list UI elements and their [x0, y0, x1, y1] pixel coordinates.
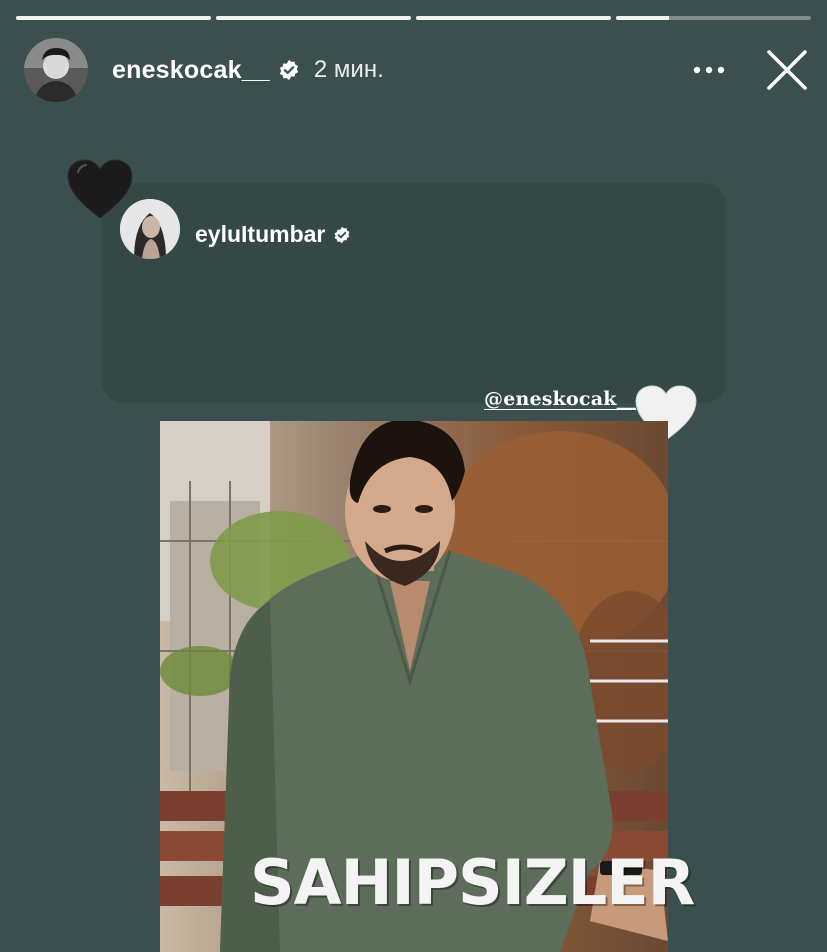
brand-title: SAHIPSIZLER [250, 846, 695, 919]
progress-fill [416, 16, 611, 20]
black-heart-icon [67, 159, 133, 219]
username[interactable]: eneskocak__ [112, 56, 270, 85]
progress-fill [616, 16, 669, 20]
timestamp: 2 мин. [313, 56, 384, 83]
story-progress-bar [16, 16, 811, 21]
more-horizontal-icon[interactable] [691, 52, 727, 88]
progress-segment-4 [616, 16, 811, 20]
progress-fill [16, 16, 211, 20]
progress-segment-3 [416, 16, 611, 20]
avatar[interactable] [24, 38, 88, 102]
verified-badge-icon [279, 59, 298, 81]
progress-segment-2 [216, 16, 411, 20]
shared-post-card[interactable]: eyluItumbar [102, 183, 726, 403]
verified-badge-icon [334, 226, 350, 243]
mention-sticker[interactable]: @eneskocak__ [484, 388, 636, 410]
close-icon[interactable] [765, 48, 809, 92]
story-header: eneskocak__ 2 мин. [24, 38, 809, 102]
progress-fill [216, 16, 411, 20]
shared-post-username[interactable]: eyluItumbar [195, 221, 325, 248]
progress-segment-1 [16, 16, 211, 20]
